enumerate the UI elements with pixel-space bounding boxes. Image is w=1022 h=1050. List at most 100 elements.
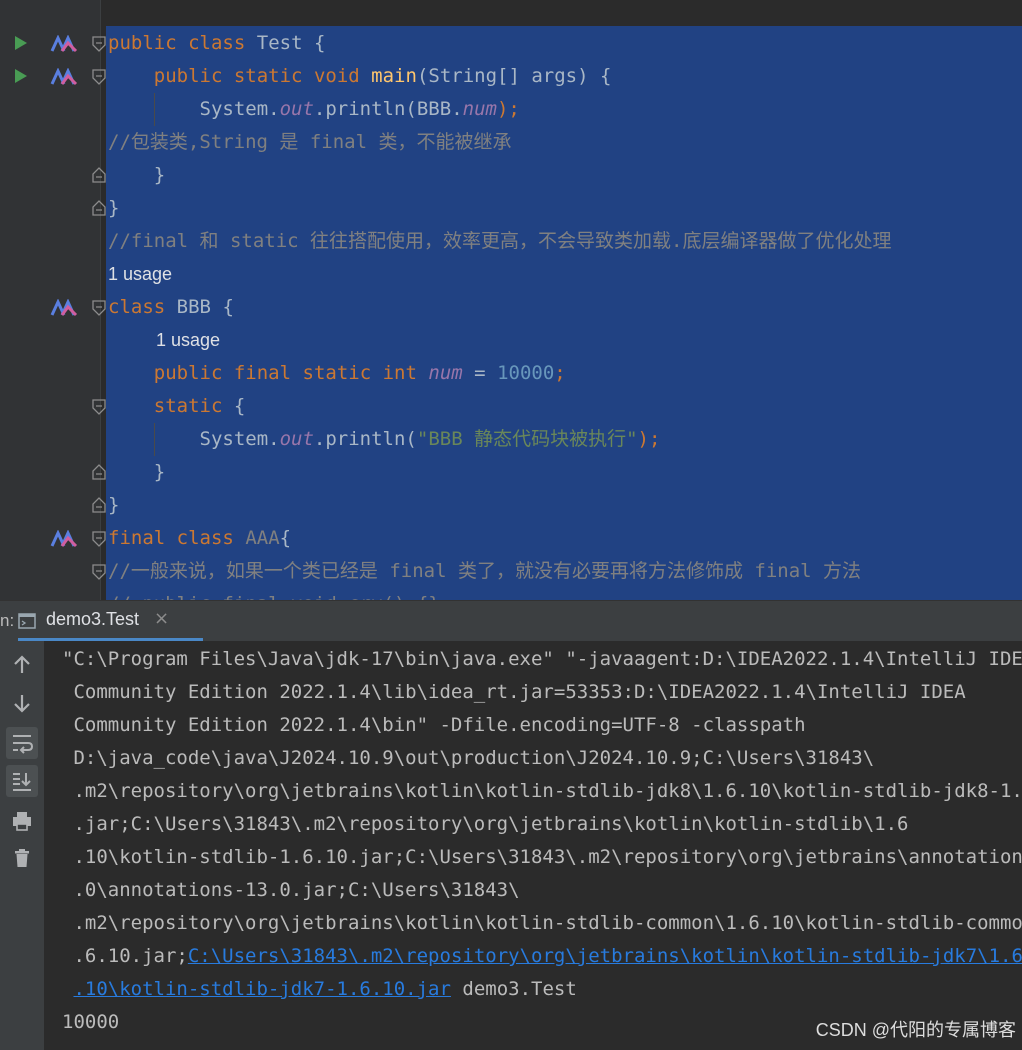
console-line: Community Edition 2022.1.4\bin" -Dfile.e… (62, 714, 806, 736)
code-line[interactable]: public final static int num = 10000; (108, 357, 566, 390)
classpath-link[interactable]: C:\Users\31843\.m2\repository\org\jetbra… (188, 945, 1022, 967)
fold-open-icon[interactable] (92, 531, 106, 547)
comment-line[interactable]: //包装类,String 是 final 类，不能被继承 (108, 126, 511, 159)
field-ref: out (279, 98, 314, 120)
console-line: .10\kotlin-stdlib-jdk7-1.6.10.jar demo3.… (62, 973, 576, 1006)
code-line[interactable]: } (108, 489, 119, 522)
program-output: 10000 (62, 1011, 120, 1033)
keyword: void (313, 65, 360, 87)
fold-open-icon[interactable] (92, 36, 106, 52)
brace: { (313, 32, 326, 54)
code-editor[interactable]: public class Test { public static void m… (0, 0, 1022, 600)
number-literal: 10000 (497, 362, 555, 384)
keyword: final (108, 527, 166, 549)
operator: = (474, 362, 486, 384)
keyword: class (108, 296, 166, 318)
run-icon[interactable] (15, 36, 27, 50)
fold-close-icon[interactable] (92, 464, 106, 480)
code-line[interactable]: System.out.println(BBB.num); (108, 93, 520, 126)
scroll-to-end-icon[interactable] (6, 765, 38, 797)
brace: { (279, 527, 292, 549)
console-line: .10\kotlin-stdlib-1.6.10.jar;C:\Users\31… (62, 846, 1022, 868)
code-line[interactable]: final class AAA{ (108, 522, 291, 555)
console-line: .6.10.jar;C:\Users\31843\.m2\repository\… (62, 940, 1022, 973)
fold-open-icon[interactable] (92, 564, 106, 580)
arrow-down-icon[interactable] (6, 687, 38, 719)
run-tool-window-header: n: demo3.Test × (0, 600, 1022, 641)
code-text: ); (637, 428, 661, 450)
implemented-icon[interactable] (50, 530, 78, 548)
console-output[interactable]: "C:\Program Files\Java\jdk-17\bin\java.e… (44, 641, 1022, 1050)
soft-wrap-icon[interactable] (6, 727, 38, 759)
console-line: Community Edition 2022.1.4\lib\idea_rt.j… (62, 681, 966, 703)
keyword: static (233, 65, 303, 87)
code-text: ); (496, 98, 520, 120)
keyword: static (302, 362, 372, 384)
code-line[interactable]: public static void main(String[] args) { (108, 60, 612, 93)
comment-line[interactable]: //一般来说，如果一个类已经是 final 类了，就没有必要再将方法修饰成 fi… (108, 555, 861, 588)
console-line: .m2\repository\org\jetbrains\kotlin\kotl… (62, 912, 1022, 934)
fold-open-icon[interactable] (92, 69, 106, 85)
string-literal: "BBB 静态代码块被执行" (416, 428, 638, 450)
field-ref: num (462, 98, 497, 120)
tool-window-label: n: (0, 611, 15, 630)
code-text: System. (199, 98, 280, 120)
implemented-icon[interactable] (50, 68, 78, 86)
print-icon[interactable] (6, 805, 38, 837)
brace: } (153, 164, 166, 186)
keyword: int (382, 362, 417, 384)
keyword: public (153, 65, 223, 87)
fold-close-icon[interactable] (92, 497, 106, 513)
code-text: System. (199, 428, 280, 450)
keyword: public (153, 362, 223, 384)
run-icon[interactable] (15, 69, 27, 83)
brace: { (222, 296, 234, 318)
console-line: .m2\repository\org\jetbrains\kotlin\kotl… (62, 780, 1022, 802)
implemented-icon[interactable] (50, 299, 78, 317)
watermark: CSDN @代阳的专属博客 (815, 1020, 1016, 1040)
keyword: public (108, 32, 177, 54)
usage-hint[interactable]: 1 usage (156, 324, 220, 357)
keyword: class (188, 32, 246, 54)
code-line[interactable]: System.out.println("BBB 静态代码块被执行"); (108, 423, 661, 456)
code-line[interactable]: } (108, 159, 165, 192)
console-line: D:\java_code\java\J2024.10.9\out\product… (62, 747, 875, 769)
console-line: "C:\Program Files\Java\jdk-17\bin\java.e… (62, 648, 1022, 670)
code-text: .println( (313, 428, 417, 450)
code-line[interactable]: } (108, 192, 119, 225)
comment-line[interactable]: // public final void cry() {} (108, 588, 440, 600)
method-params: (String[] args) { (416, 65, 612, 87)
class-name: BBB (176, 296, 211, 318)
keyword: static (153, 395, 223, 417)
usage-hint[interactable]: 1 usage (108, 258, 172, 291)
method-name: main (371, 65, 417, 87)
fold-close-icon[interactable] (92, 200, 106, 216)
console-text: .6.10.jar; (62, 945, 188, 967)
classpath-link[interactable]: .10\kotlin-stdlib-jdk7-1.6.10.jar (73, 978, 451, 1000)
fold-open-icon[interactable] (92, 399, 106, 415)
comment-line[interactable]: //final 和 static 往往搭配使用，效率更高，不会导致类加载.底层编… (108, 225, 891, 258)
keyword: final (233, 362, 292, 384)
brace: { (233, 395, 246, 417)
field-ref: out (279, 428, 314, 450)
code-line[interactable]: class BBB { (108, 291, 234, 324)
arrow-up-icon[interactable] (6, 649, 38, 681)
tab-label[interactable]: demo3.Test (46, 609, 139, 630)
implemented-icon[interactable] (50, 35, 78, 53)
console-icon (18, 613, 36, 629)
fold-close-icon[interactable] (92, 167, 106, 183)
code-line[interactable]: } (108, 456, 165, 489)
fold-open-icon[interactable] (92, 300, 106, 316)
console-toolbar (0, 641, 44, 1050)
close-icon[interactable]: × (154, 608, 169, 629)
brace: } (153, 461, 166, 483)
code-line[interactable]: static { (108, 390, 246, 423)
code-line[interactable]: public class Test { (108, 27, 325, 60)
keyword: class (176, 527, 234, 549)
class-name: Test (256, 32, 303, 54)
semicolon: ; (554, 362, 566, 384)
trash-icon[interactable] (6, 842, 38, 874)
class-name: AAA (245, 527, 280, 549)
code-text: .println(BBB. (313, 98, 463, 120)
console-line: .0\annotations-13.0.jar;C:\Users\31843\ (62, 879, 520, 901)
